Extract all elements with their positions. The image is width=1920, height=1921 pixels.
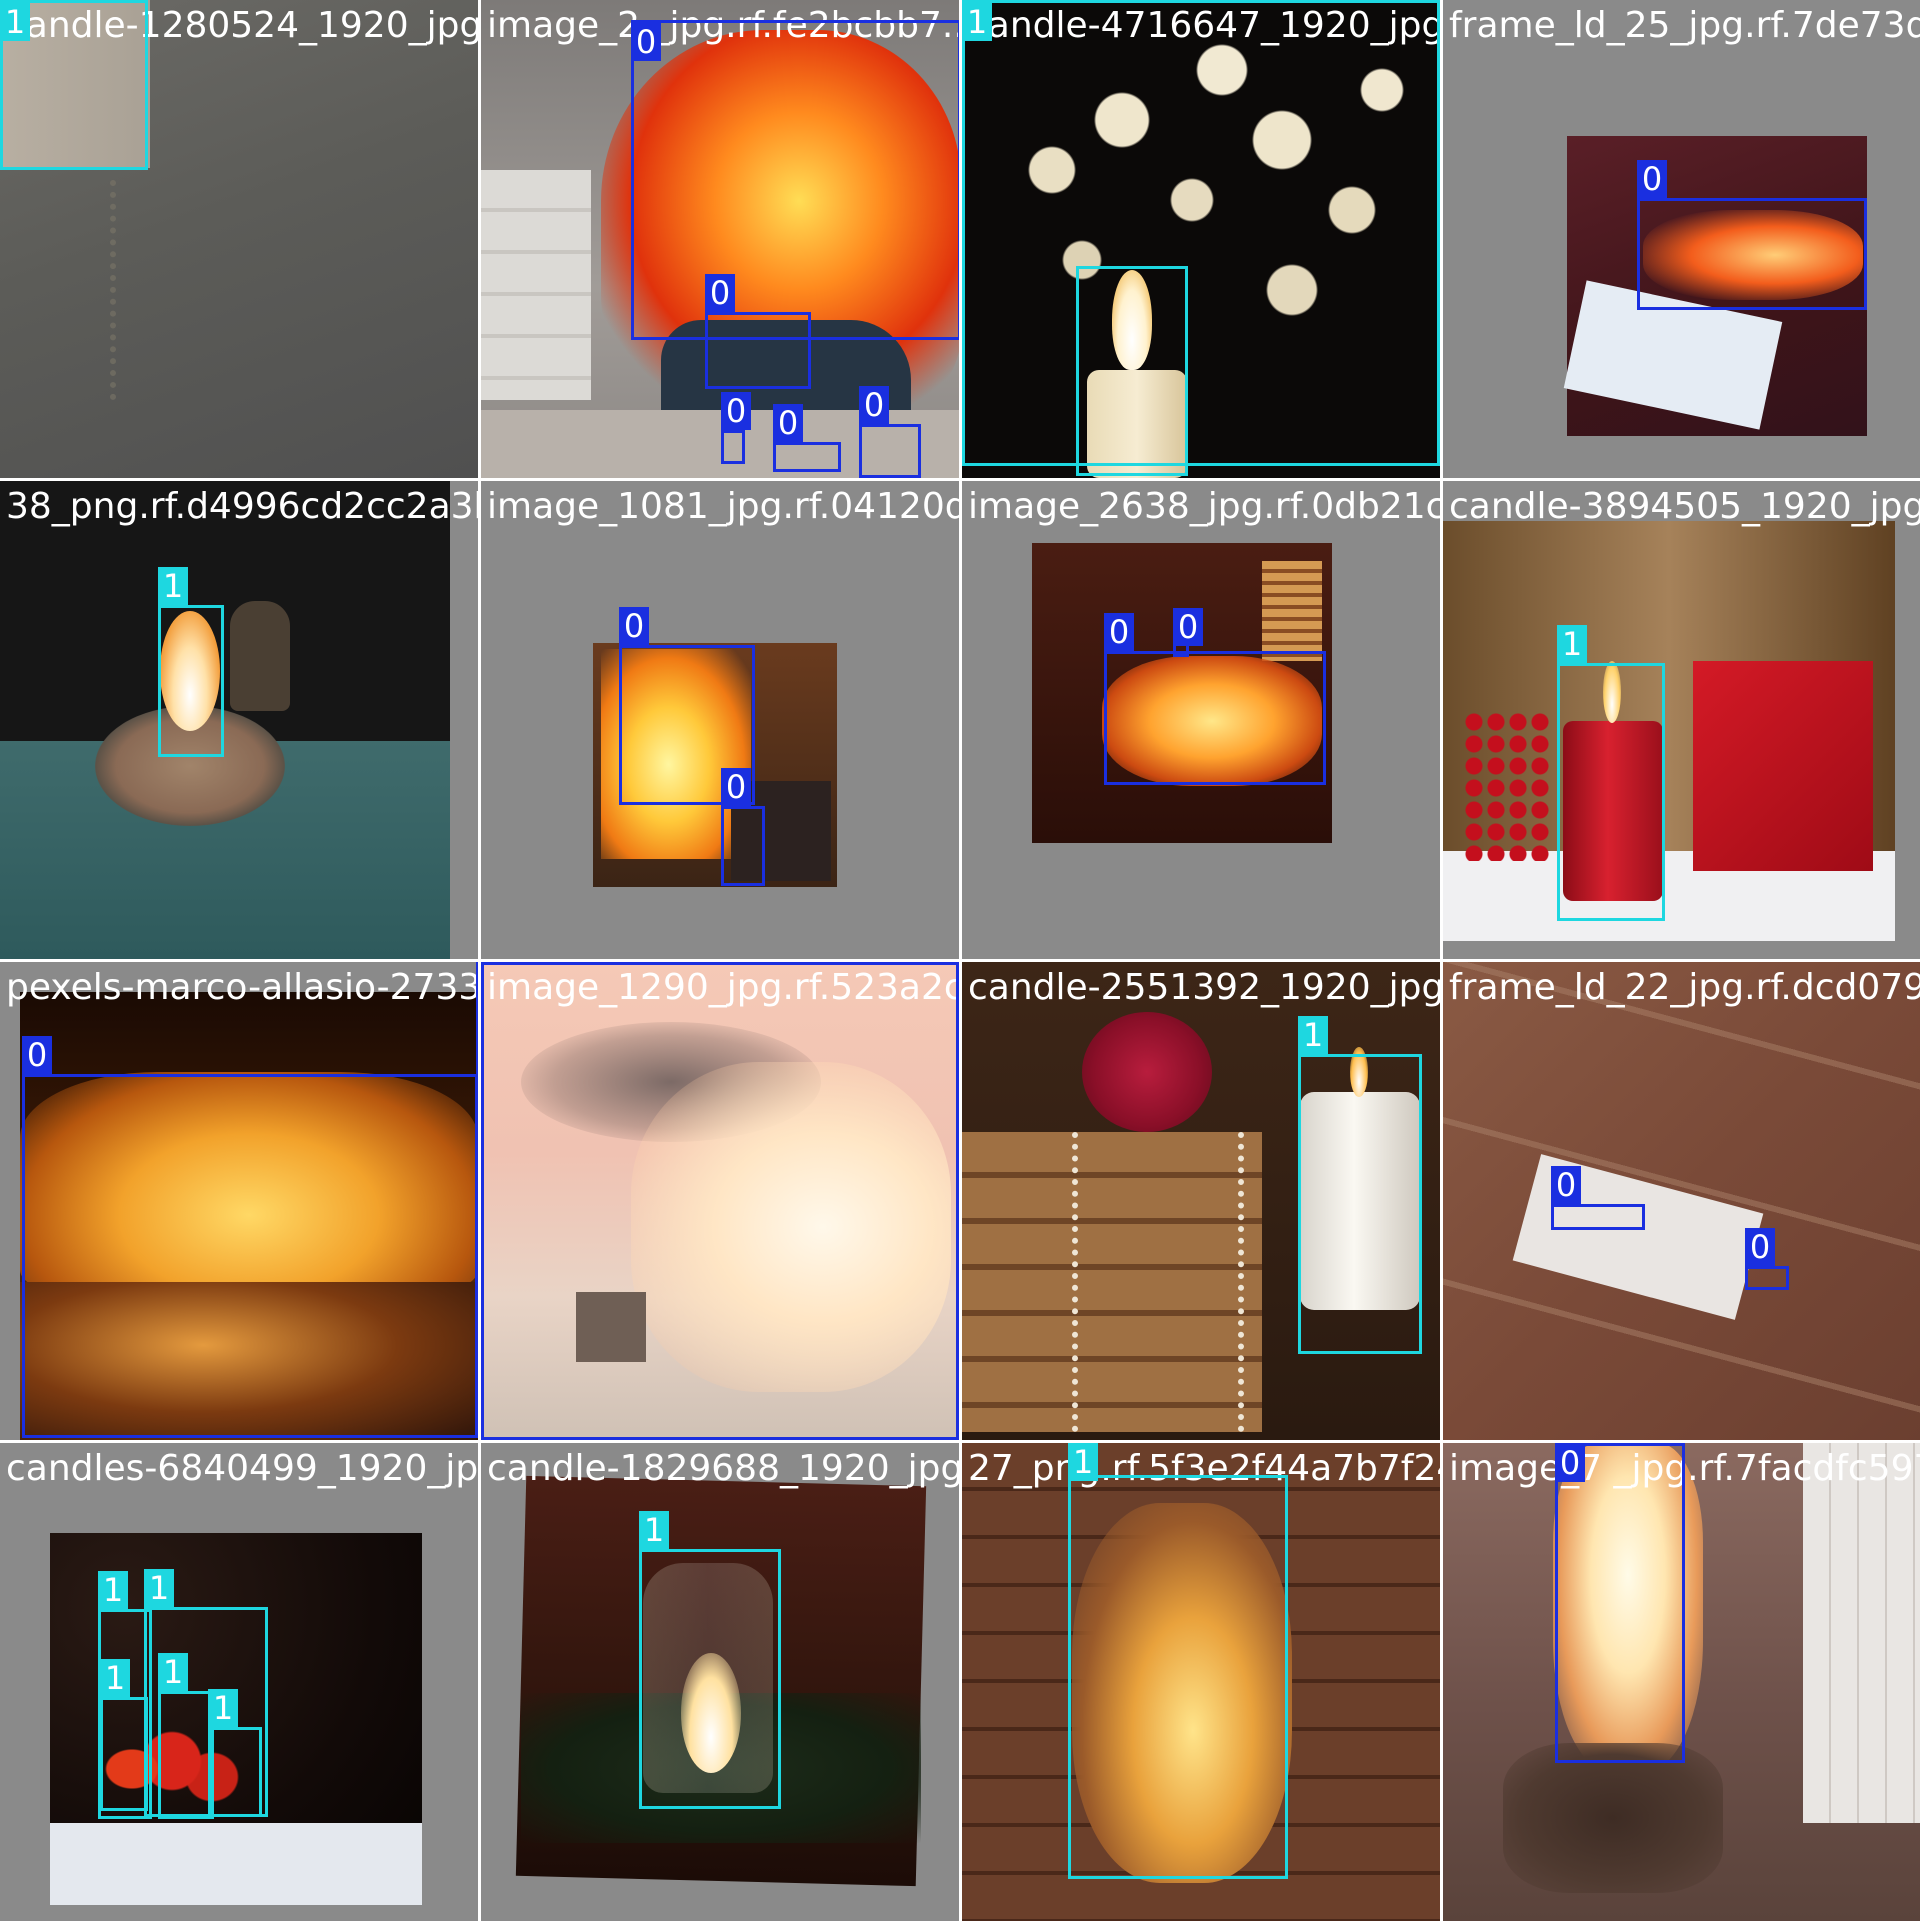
class-label: 0 (773, 404, 803, 442)
detection-box (481, 962, 959, 1440)
tile-red-candle: candle-3894505_1920_jpg.r 1 (1443, 481, 1920, 959)
garage-door (481, 170, 591, 400)
tile-tealight: candle-1829688_1920_jpg.rf.c 1 (481, 1443, 959, 1921)
tile-filename: frame_ld_25_jpg.rf.7de73d2cc5 (1449, 5, 1920, 46)
class-label: 0 (1745, 1228, 1775, 1266)
tile-burning-paper: frame_ld_25_jpg.rf.7de73d2cc5 0 (1443, 0, 1920, 478)
tile-filename: 38_png.rf.d4996cd2cc2a3b0... (6, 486, 478, 527)
snow (50, 1823, 422, 1905)
bedroom-window (1262, 561, 1322, 661)
tile-filename: candle-2551392_1920_jpg.rf (968, 967, 1440, 1008)
class-label: 1 (208, 1689, 238, 1727)
class-label: 1 (1068, 1443, 1098, 1481)
class-label: 0 (1555, 1444, 1585, 1482)
tile-white-candle: candle-2551392_1920_jpg.rf 1 (962, 962, 1440, 1440)
holly-berries (1463, 711, 1553, 861)
tile-tree-fire: image_7 _jpg.rf.7facdfc597 0 (1443, 1443, 1920, 1921)
detection-box: 0 (705, 274, 811, 389)
tile-paper-floor: frame_ld_22_jpg.rf.dcd079affc10 0 0 (1443, 962, 1920, 1440)
detection-box: 1 (208, 1689, 262, 1817)
rope-texture (110, 180, 176, 400)
tile-filename: candles-6840499_1920_jpg.rf.a (6, 1448, 478, 1489)
tile-candle-closeup: candle-1280524_1920_jpg.rf.b33622809... … (0, 0, 478, 478)
class-label: 1 (98, 1571, 128, 1609)
class-label: 1 (0, 3, 30, 41)
detection-box: 0 (721, 392, 751, 464)
tile-brick-fire: 27_png.rf.5f3e2f44a7b7f246d3... 1 (962, 1443, 1440, 1921)
tile-filename: candle-1829688_1920_jpg.rf.c (487, 1448, 959, 1489)
detection-box: 1 (158, 567, 224, 757)
tile-kitchen-fire: image_1081_jpg.rf.04120dd2... 0 0 (481, 481, 959, 959)
detection-box: 1 (0, 0, 148, 170)
people-silhouettes (230, 601, 290, 711)
detection-box: 0 (721, 768, 765, 886)
class-label: 1 (100, 1659, 130, 1697)
white-wall-tiles (1803, 1443, 1920, 1823)
class-label: 1 (639, 1511, 669, 1549)
class-label: 0 (721, 392, 751, 430)
tile-filename: candle-3894505_1920_jpg.r (1449, 486, 1920, 527)
class-label: 0 (619, 607, 649, 645)
detection-box: 0 (476, 962, 478, 1432)
detection-box: 0 (1555, 1443, 1685, 1763)
barometer-box (1693, 661, 1873, 871)
detection-box (1076, 266, 1188, 476)
detection-box: 1 (962, 0, 1440, 466)
class-label: 0 (1637, 160, 1667, 198)
detection-box: 0 (22, 1036, 478, 1438)
detection-box: 0 (1551, 1166, 1645, 1230)
tile-filename: frame_ld_22_jpg.rf.dcd079affc10 (1449, 967, 1920, 1008)
detection-mosaic: candle-1280524_1920_jpg.rf.b33622809... … (0, 0, 1920, 1921)
detection-box: 0 (859, 386, 921, 478)
pearl-necklace (1072, 1132, 1244, 1432)
tile-bonfire: pexels-marco-allasio-2733664-4275990_jpg… (0, 962, 478, 1440)
detection-box: 0 (1637, 160, 1867, 310)
red-rose (1082, 1012, 1212, 1132)
class-label: 0 (22, 1036, 52, 1074)
class-label: 1 (158, 1653, 188, 1691)
tile-fire-pit: 38_png.rf.d4996cd2cc2a3b0... 1 (0, 481, 478, 959)
detection-box: 0 (1104, 613, 1326, 785)
detection-box: 0 (631, 20, 959, 340)
class-label: 0 (1551, 1166, 1581, 1204)
class-label: 1 (144, 1569, 174, 1607)
class-label: 0 (705, 274, 735, 312)
tile-car-fire: image_2 _jpg.rf.fe2bcbb7... 0 0 0 0 0 (481, 0, 959, 478)
class-label: 1 (1557, 625, 1587, 663)
tile-bedroom-fire: image_2638_jpg.rf.0db21c0e... 0 0 (962, 481, 1440, 959)
detection-box: 1 (639, 1511, 781, 1809)
detection-box: 0 (773, 404, 841, 472)
class-label: 0 (477, 963, 478, 1001)
debris (1503, 1743, 1723, 1893)
detection-box: 1 (1068, 1443, 1288, 1879)
tile-filename: image_2638_jpg.rf.0db21c0e... (968, 486, 1440, 527)
detection-box: 1 (1557, 625, 1665, 921)
tile-advent-candles: candles-6840499_1920_jpg.rf.a 1 1 1 1 1 (0, 1443, 478, 1921)
class-label: 0 (1173, 608, 1203, 646)
detection-box: 1 (1298, 1016, 1422, 1354)
detection-box: 1 (158, 1653, 214, 1819)
tile-room-fire: image_1290_jpg.rf.523a2c... (481, 962, 959, 1440)
tile-filename: image_1081_jpg.rf.04120dd2... (487, 486, 959, 527)
class-label: 0 (1104, 613, 1134, 651)
class-label: 0 (859, 386, 889, 424)
class-label: 0 (721, 768, 751, 806)
tile-candle-bokeh: candle-4716647_1920_jpg.rf.14e1ef45... 1 (962, 0, 1440, 478)
detection-box: 0 (1745, 1228, 1789, 1290)
tile-filename: pexels-marco-allasio-2733664-4275990_jpg… (6, 967, 478, 1008)
class-label: 1 (962, 3, 992, 41)
class-label: 0 (631, 23, 661, 61)
class-label: 1 (1298, 1016, 1328, 1054)
detection-box: 1 (100, 1659, 148, 1811)
detection-box: 0 (1173, 608, 1203, 657)
class-label: 1 (158, 567, 188, 605)
